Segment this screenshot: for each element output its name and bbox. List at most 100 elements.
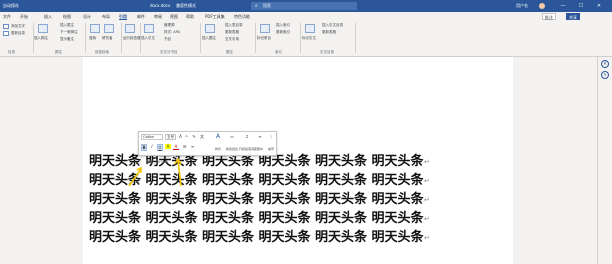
mark-citation-button[interactable]: 标记引文	[302, 36, 316, 40]
insert-citation-icon[interactable]	[144, 24, 154, 33]
mark-entry-icon[interactable]	[260, 24, 270, 33]
center-icon[interactable]: ≡	[256, 134, 264, 139]
text-run[interactable]: 明天头条	[89, 191, 141, 209]
search-icon[interactable]	[90, 24, 100, 33]
minimize-icon[interactable]: —	[560, 3, 566, 9]
autosave-label[interactable]: 自动保存	[3, 4, 19, 8]
maximize-icon[interactable]: ☐	[578, 3, 584, 9]
text-run[interactable]: 明天头条	[202, 229, 254, 247]
insert-caption-icon[interactable]	[205, 24, 215, 33]
text-run[interactable]: 明天头条	[372, 191, 424, 209]
search-button[interactable]: 搜索	[89, 36, 96, 40]
tab-layout[interactable]: 布局	[102, 14, 110, 19]
researcher-button[interactable]: 研究者	[102, 36, 113, 40]
text-run[interactable]: 明天头条	[315, 153, 367, 171]
text-run[interactable]: 明天头条	[259, 172, 311, 190]
text-run[interactable]: 明天头条	[315, 229, 367, 247]
tab-mailings[interactable]: 邮件	[137, 14, 145, 19]
text-run[interactable]: 明天头条	[89, 172, 141, 190]
insert-citation-button[interactable]: 插入引文	[141, 36, 155, 40]
text-run[interactable]: 明天头条	[146, 229, 198, 247]
text-run[interactable]: 明天头条	[202, 210, 254, 228]
insert-index-button[interactable]: 插入索引	[276, 23, 290, 27]
tab-references[interactable]: 引用	[119, 14, 127, 20]
tab-pdf-tools[interactable]: PDF工具集	[205, 14, 225, 19]
text-run[interactable]: 明天头条	[202, 191, 254, 209]
insert-toa-button[interactable]: 插入引文目录	[322, 23, 343, 27]
update-table-button[interactable]: 更新表格	[225, 30, 239, 34]
inspector-button[interactable]: 运行检查器	[123, 36, 141, 40]
insert-footnote-button[interactable]: 插入脚注	[34, 36, 48, 40]
text-run[interactable]: 明天头条	[259, 210, 311, 228]
user-name[interactable]: 用户名	[516, 4, 528, 8]
mark-citation-icon[interactable]	[305, 24, 315, 33]
numbering-icon[interactable]: ≡	[189, 144, 196, 149]
editor-icon[interactable]: A	[601, 60, 609, 68]
mark-entry-button[interactable]: 标记条目	[257, 36, 271, 40]
bibliography-button[interactable]: 书目	[164, 37, 171, 41]
bullets-icon[interactable]: ☰	[181, 144, 188, 149]
tab-help[interactable]: 帮助	[186, 14, 194, 19]
researcher-icon[interactable]	[104, 24, 114, 33]
italic-button[interactable]: I	[149, 144, 155, 149]
clear-format-icon[interactable]: ✎	[191, 134, 197, 139]
show-notes-button[interactable]: 显示备注	[60, 37, 74, 41]
text-run[interactable]: 明天头条	[89, 210, 141, 228]
text-run[interactable]: 明天头条	[89, 229, 141, 247]
font-color-button[interactable]: A	[173, 144, 179, 150]
grow-font-button[interactable]: A	[178, 134, 183, 139]
citation-style-select[interactable]: 样式: APA	[164, 30, 180, 34]
text-run[interactable]: 明天头条	[315, 172, 367, 190]
tab-design[interactable]: 设计	[83, 14, 91, 19]
tab-draw[interactable]: 绘图	[63, 14, 71, 19]
text-run[interactable]: 明天头条	[372, 229, 424, 247]
text-run[interactable]: 明天头条	[372, 172, 424, 190]
update-toc-icon[interactable]	[3, 31, 9, 36]
tab-special[interactable]: 特色功能	[234, 14, 250, 19]
manage-sources-button[interactable]: 管理源	[164, 23, 175, 27]
font-size-field[interactable]: 五号	[165, 134, 176, 140]
add-text-button[interactable]: 添加文字	[11, 24, 25, 28]
insert-footnote-icon[interactable]	[38, 24, 48, 33]
styles-label[interactable]: 样式	[211, 147, 225, 152]
update-toa-button[interactable]: 更新表格	[322, 30, 336, 34]
highlight-button[interactable]: A	[165, 144, 171, 149]
center-label[interactable]: 居中	[255, 147, 265, 152]
tab-view[interactable]: 视图	[170, 14, 178, 19]
styles-icon[interactable]: A	[213, 134, 223, 140]
font-name-field[interactable]: Calibri	[141, 134, 163, 140]
new-comment-icon[interactable]: ▭	[227, 134, 237, 139]
insert-caption-button[interactable]: 插入题注	[202, 36, 216, 40]
new-comment-label[interactable]: 新建批注	[225, 147, 239, 152]
text-run[interactable]: 明天头条	[146, 172, 198, 190]
tab-review[interactable]: 审阅	[154, 14, 162, 19]
line-spacing-icon[interactable]: ↕	[242, 134, 252, 139]
add-text-icon[interactable]	[3, 24, 9, 29]
line-spacing-label[interactable]: 行和段落间距	[239, 147, 257, 152]
bold-button[interactable]: B	[141, 144, 147, 151]
designer-icon[interactable]: ✎	[601, 71, 609, 79]
text-run[interactable]: 明天头条	[202, 172, 254, 190]
numbering-list-icon[interactable]: ⁝	[267, 134, 275, 139]
text-run[interactable]: 明天头条	[146, 210, 198, 228]
share-button[interactable]: 共享	[566, 13, 580, 20]
tab-home[interactable]: 开始	[20, 14, 28, 19]
cross-reference-button[interactable]: 交叉引用	[225, 37, 239, 41]
comment-button[interactable]: 批注	[542, 13, 556, 20]
text-run[interactable]: 明天头条	[315, 210, 367, 228]
text-run[interactable]: 明天头条	[315, 191, 367, 209]
tab-file[interactable]: 文件	[3, 14, 11, 19]
numbering-label[interactable]: 编号	[266, 147, 276, 152]
text-run[interactable]: 明天头条	[89, 153, 141, 171]
tab-insert[interactable]: 插入	[44, 14, 52, 19]
next-footnote-button[interactable]: 下一条脚注	[60, 30, 78, 34]
insert-endnote-button[interactable]: 插入尾注	[60, 23, 74, 27]
search-box[interactable]: ⌕ 搜索	[251, 2, 357, 10]
update-toc-button[interactable]: 更新目录	[11, 31, 25, 35]
avatar[interactable]	[539, 3, 545, 9]
shrink-font-button[interactable]: A	[184, 134, 189, 139]
inspector-icon[interactable]	[125, 24, 135, 33]
underline-button[interactable]: U	[157, 144, 163, 151]
close-icon[interactable]: ✕	[596, 3, 602, 9]
text-run[interactable]: 明天头条	[259, 229, 311, 247]
